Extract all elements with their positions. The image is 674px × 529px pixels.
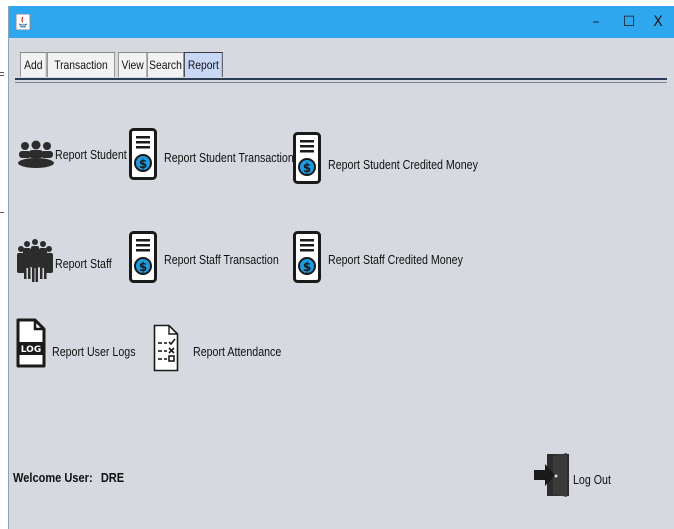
tab-underline <box>15 78 667 80</box>
report-student-label: Report Student <box>55 147 127 162</box>
report-staff-label: Report Staff <box>55 256 112 271</box>
staff-group-icon <box>17 239 53 282</box>
tab-view[interactable]: View <box>118 52 148 77</box>
svg-text:LOG: LOG <box>21 345 41 355</box>
main-window: – ☐ X Add Transaction View Search Report… <box>8 6 674 529</box>
receipt-dollar-icon: $ <box>129 128 157 180</box>
log-file-icon: LOG <box>16 318 46 368</box>
welcome-message: Welcome User: DRE <box>13 470 129 485</box>
close-button[interactable]: X <box>641 6 674 38</box>
logout-label: Log Out <box>573 472 611 487</box>
tab-underline-shadow <box>15 82 667 83</box>
report-attendance-button[interactable]: Report Attendance <box>153 324 283 376</box>
receipt-dollar-icon: $ <box>293 231 321 283</box>
gutter-tick <box>0 75 4 76</box>
receipt-dollar-icon: $ <box>293 132 321 184</box>
svg-text:$: $ <box>139 157 147 171</box>
welcome-label: Welcome User: <box>13 470 93 485</box>
report-staff-transaction-button[interactable]: $ Report Staff Transaction <box>129 231 299 287</box>
minimize-button[interactable]: – <box>579 6 613 38</box>
svg-text:$: $ <box>139 260 147 274</box>
receipt-dollar-icon: $ <box>129 231 157 283</box>
left-gutter <box>0 0 8 529</box>
report-user-logs-label: Report User Logs <box>52 344 136 359</box>
tab-add[interactable]: Add <box>20 52 47 77</box>
gutter-tick <box>0 212 4 213</box>
svg-text:$: $ <box>303 161 311 175</box>
report-staff-credited-money-button[interactable]: $ Report Staff Credited Money <box>293 231 483 287</box>
students-group-icon <box>18 140 54 168</box>
username: DRE <box>100 470 125 485</box>
report-staff-transaction-label: Report Staff Transaction <box>164 252 279 267</box>
logout-door-icon <box>534 453 569 497</box>
gutter-tick <box>0 72 4 73</box>
tab-report[interactable]: Report <box>184 52 223 77</box>
report-staff-button[interactable]: Report Staff <box>17 234 117 290</box>
java-app-icon <box>15 14 31 30</box>
report-staff-credited-money-label: Report Staff Credited Money <box>328 252 463 267</box>
report-user-logs-button[interactable]: LOG Report User Logs <box>15 318 136 374</box>
title-bar: – ☐ X <box>9 6 674 38</box>
report-student-transactions-button[interactable]: $ Report Student Transactions <box>129 128 309 184</box>
tab-search[interactable]: Search <box>147 52 184 77</box>
svg-text:$: $ <box>303 260 311 274</box>
report-student-transactions-label: Report Student Transactions <box>164 150 300 165</box>
report-attendance-label: Report Attendance <box>193 344 282 359</box>
report-student-credited-money-button[interactable]: $ Report Student Credited Money <box>293 132 483 188</box>
logout-button[interactable]: Log Out <box>533 452 623 502</box>
report-student-credited-money-label: Report Student Credited Money <box>328 157 478 172</box>
tab-transaction[interactable]: Transaction <box>47 52 115 77</box>
checklist-icon <box>153 324 179 372</box>
report-student-button[interactable]: Report Student <box>17 134 132 174</box>
